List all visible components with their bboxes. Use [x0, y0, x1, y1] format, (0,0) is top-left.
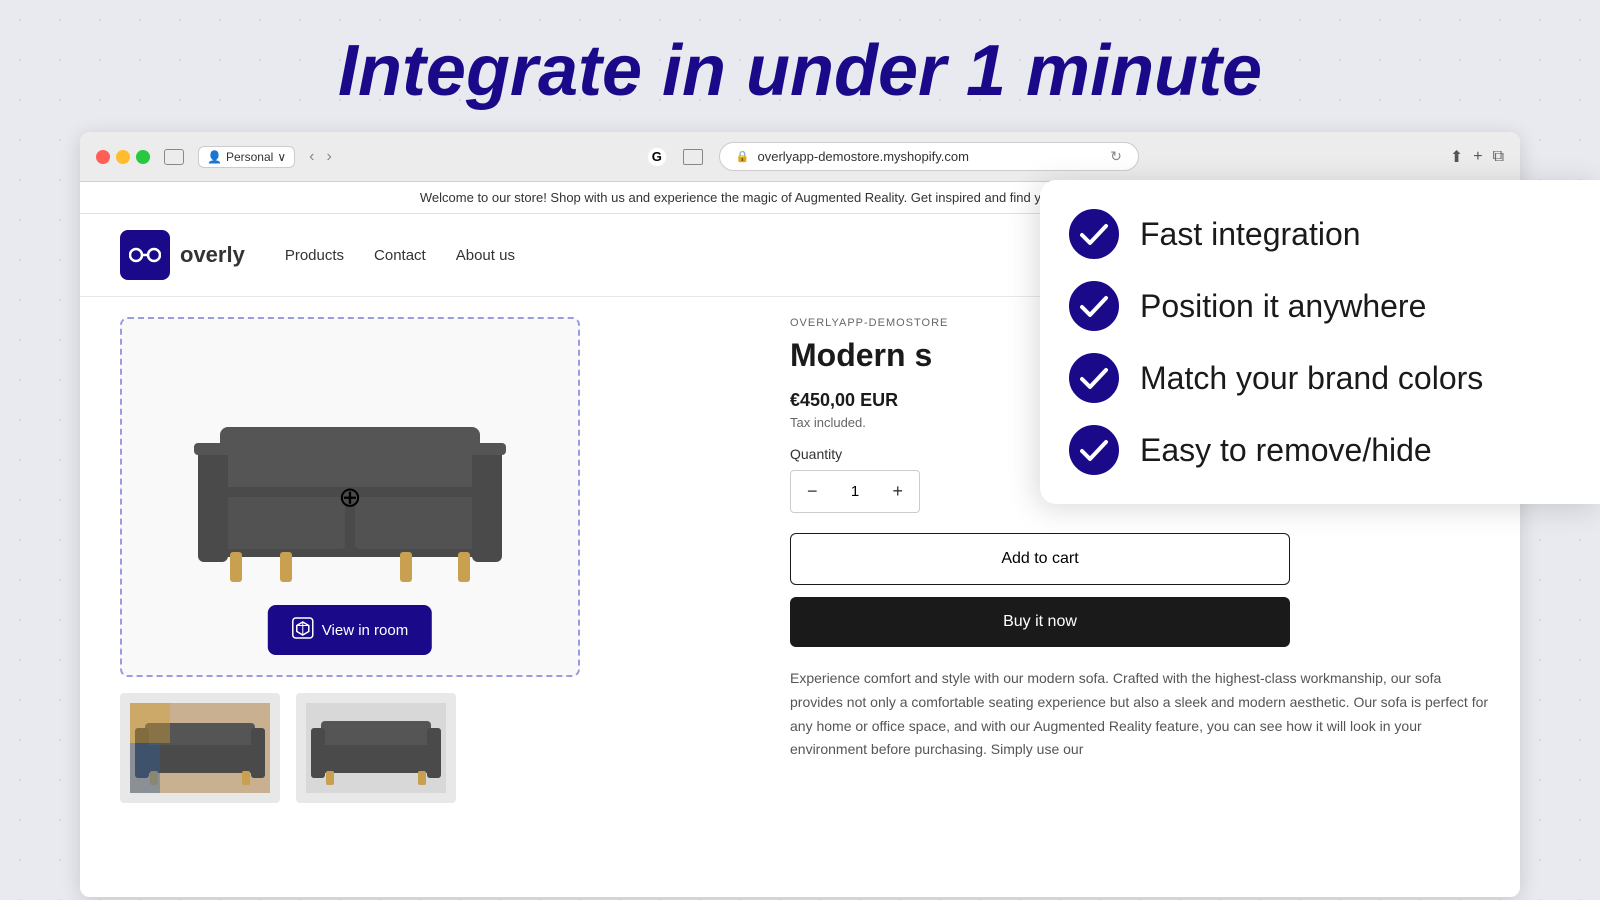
- product-description: Experience comfort and style with our mo…: [790, 667, 1490, 762]
- nav-products[interactable]: Products: [285, 247, 344, 264]
- browser-logo: G: [647, 147, 667, 167]
- minimize-button[interactable]: [116, 150, 130, 164]
- thumbnail-row: [120, 693, 730, 803]
- store-logo: overly: [120, 230, 245, 280]
- profile-person-icon: 👤: [207, 150, 222, 164]
- share-icon[interactable]: ⬆: [1450, 147, 1463, 167]
- check-icon-3: [1068, 352, 1120, 404]
- check-icon-2: [1068, 280, 1120, 332]
- feature-item-1: Fast integration: [1068, 208, 1564, 260]
- reload-icon[interactable]: ↻: [1110, 148, 1122, 165]
- browser-actions: ⬆ + ⧉: [1450, 147, 1504, 167]
- quantity-value: 1: [834, 483, 877, 500]
- tab-icon: [683, 149, 703, 165]
- profile-chevron-icon: ∨: [277, 150, 286, 164]
- ar-icon: [292, 617, 314, 643]
- address-bar[interactable]: 🔒 overlyapp-demostore.myshopify.com ↻: [719, 142, 1139, 171]
- feature-item-4: Easy to remove/hide: [1068, 424, 1564, 476]
- browser-profile[interactable]: 👤 Personal ∨: [198, 146, 295, 168]
- duplicate-icon[interactable]: ⧉: [1493, 148, 1504, 166]
- buy-now-button[interactable]: Buy it now: [790, 597, 1290, 647]
- thumbnail-2[interactable]: [296, 693, 456, 803]
- traffic-lights: [96, 150, 150, 164]
- features-box: Fast integration Position it anywhere Ma…: [1040, 180, 1600, 504]
- back-button[interactable]: ‹: [305, 146, 318, 168]
- view-in-room-button[interactable]: View in room: [268, 605, 432, 655]
- logo-icon: [120, 230, 170, 280]
- product-main-image: ⊕ View in room: [120, 317, 580, 677]
- sofa-image: [180, 377, 520, 617]
- nav-about-us[interactable]: About us: [456, 247, 515, 264]
- feature-text-2: Position it anywhere: [1140, 288, 1426, 325]
- close-button[interactable]: [96, 150, 110, 164]
- product-image-section: ⊕ View in room: [80, 297, 760, 897]
- forward-button[interactable]: ›: [322, 146, 335, 168]
- maximize-button[interactable]: [136, 150, 150, 164]
- store-nav: Products Contact About us: [285, 247, 515, 264]
- add-to-cart-button[interactable]: Add to cart: [790, 533, 1290, 585]
- check-icon-4: [1068, 424, 1120, 476]
- check-icon-1: [1068, 208, 1120, 260]
- quantity-control: − 1 +: [790, 470, 920, 513]
- profile-label: Personal: [226, 150, 273, 164]
- sidebar-toggle-icon[interactable]: [164, 149, 184, 165]
- page-heading: Integrate in under 1 minute: [0, 0, 1600, 132]
- thumbnail-1[interactable]: [120, 693, 280, 803]
- nav-contact[interactable]: Contact: [374, 247, 426, 264]
- feature-item-2: Position it anywhere: [1068, 280, 1564, 332]
- address-bar-area: G 🔒 overlyapp-demostore.myshopify.com ↻: [346, 142, 1440, 171]
- url-text: overlyapp-demostore.myshopify.com: [758, 149, 969, 164]
- view-in-room-label: View in room: [322, 622, 408, 639]
- browser-chrome: 👤 Personal ∨ ‹ › G 🔒 overlyapp-demostore…: [80, 132, 1520, 182]
- lock-icon: 🔒: [736, 150, 750, 163]
- feature-text-3: Match your brand colors: [1140, 360, 1483, 397]
- feature-item-3: Match your brand colors: [1068, 352, 1564, 404]
- feature-text-4: Easy to remove/hide: [1140, 432, 1432, 469]
- new-tab-icon[interactable]: +: [1473, 148, 1482, 166]
- quantity-increase-button[interactable]: +: [876, 471, 919, 512]
- feature-text-1: Fast integration: [1140, 216, 1361, 253]
- quantity-decrease-button[interactable]: −: [791, 471, 834, 512]
- store-logo-text: overly: [180, 242, 245, 268]
- browser-nav-arrows: ‹ ›: [305, 146, 336, 168]
